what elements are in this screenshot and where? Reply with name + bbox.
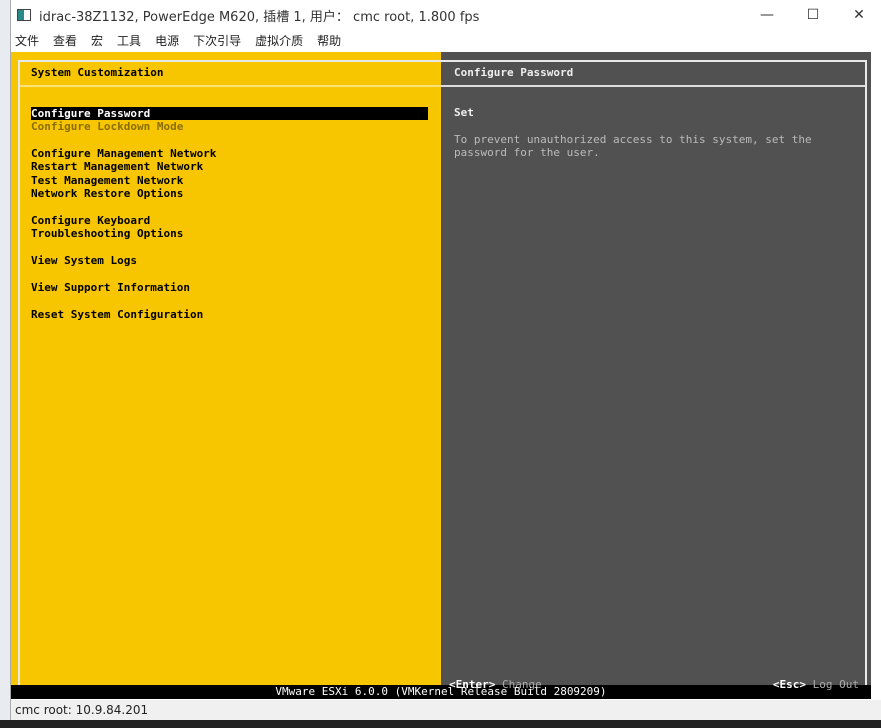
- menu-item[interactable]: Network Restore Options: [31, 187, 428, 200]
- title-bar: idrac-38Z1132, PowerEdge M620, 插槽 1, 用户：…: [11, 0, 881, 30]
- kvm-window: idrac-38Z1132, PowerEdge M620, 插槽 1, 用户：…: [10, 0, 881, 720]
- menu-item[interactable]: Configure Password: [31, 107, 428, 120]
- version-bar: VMware ESXi 6.0.0 (VMKernel Release Buil…: [275, 685, 607, 698]
- desktop-edge: [0, 0, 10, 720]
- maximize-button[interactable]: ☐: [790, 0, 836, 30]
- divider: [20, 85, 441, 87]
- app-icon: [17, 9, 31, 21]
- menu-item[interactable]: Test Management Network: [31, 174, 428, 187]
- menu-item[interactable]: Troubleshooting Options: [31, 227, 428, 240]
- menu-item[interactable]: Restart Management Network: [31, 160, 428, 173]
- menu-help[interactable]: 帮助: [317, 30, 341, 52]
- menu-power[interactable]: 电源: [155, 30, 179, 52]
- detail-header: Configure Password: [454, 66, 574, 79]
- menu-item[interactable]: View System Logs: [31, 254, 428, 267]
- menu-view[interactable]: 查看: [53, 30, 77, 52]
- menu-header: System Customization: [31, 66, 164, 79]
- remote-console[interactable]: System Customization Configure Password …: [11, 52, 871, 699]
- menu-bar: 文件 查看 宏 工具 电源 下次引导 虚拟介质 帮助: [11, 30, 355, 52]
- divider: [441, 85, 865, 87]
- menu-item[interactable]: Configure Management Network: [31, 147, 428, 160]
- window-title: idrac-38Z1132, PowerEdge M620, 插槽 1, 用户：…: [39, 9, 480, 25]
- taskbar: [0, 720, 881, 728]
- minimize-button[interactable]: —: [744, 0, 790, 30]
- detail-description: To prevent unauthorized access to this s…: [454, 133, 812, 160]
- status-bar: cmc root: 10.9.84.201: [11, 700, 881, 720]
- password-status: Set: [454, 106, 474, 119]
- close-button[interactable]: ✕: [836, 0, 881, 30]
- menu-next-boot[interactable]: 下次引导: [193, 30, 241, 52]
- menu-tools[interactable]: 工具: [117, 30, 141, 52]
- menu-file[interactable]: 文件: [15, 30, 39, 52]
- menu-item[interactable]: Reset System Configuration: [31, 308, 428, 321]
- menu-item[interactable]: Configure Lockdown Mode: [31, 120, 428, 133]
- menu-item[interactable]: Configure Keyboard: [31, 214, 428, 227]
- menu-item[interactable]: View Support Information: [31, 281, 428, 294]
- menu-virtual-media[interactable]: 虚拟介质: [255, 30, 303, 52]
- menu-macro[interactable]: 宏: [91, 30, 103, 52]
